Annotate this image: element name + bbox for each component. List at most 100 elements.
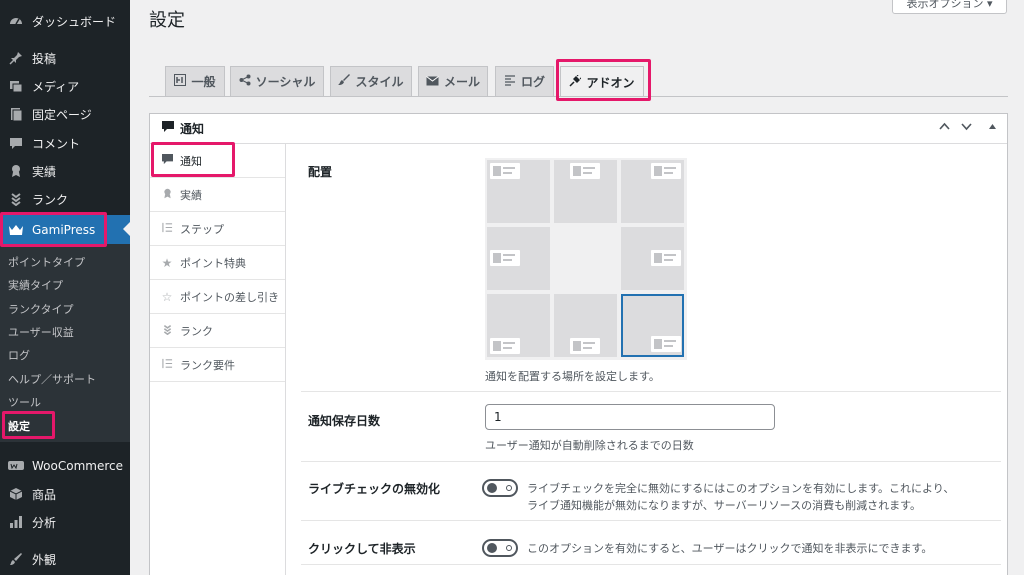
position-description: 通知を配置する場所を設定します。 bbox=[485, 370, 660, 383]
rank-icon bbox=[6, 189, 26, 209]
mail-icon bbox=[426, 75, 439, 89]
submenu-logs[interactable]: ログ bbox=[8, 347, 30, 363]
days-description: ユーザー通知が自動削除されるまでの日数 bbox=[485, 439, 694, 452]
screen-options-button[interactable]: 表示オプション ▾ bbox=[892, 0, 1007, 14]
live-check-description-1: ライブチェックを完全に無効にするにはこのオプションを有効にします。これにより、 bbox=[527, 482, 955, 495]
click-hide-description: このオプションを有効にすると、ユーザーはクリックで通知を非表示にできます。 bbox=[527, 542, 933, 555]
brush-icon bbox=[6, 549, 26, 569]
star-filled-icon: ★ bbox=[161, 255, 173, 270]
position-middle-right[interactable] bbox=[621, 227, 684, 290]
active-menu-arrow bbox=[123, 222, 130, 236]
comment-icon bbox=[6, 133, 26, 153]
admin-sidebar: ダッシュボード 投稿 メディア 固定ページ コメント 実績 ランク GamiPr… bbox=[0, 0, 130, 575]
tab-social[interactable]: ソーシャル bbox=[230, 66, 324, 96]
star-outline-icon: ☆ bbox=[161, 289, 173, 304]
days-label: 通知保存日数 bbox=[308, 414, 381, 428]
position-top-right[interactable] bbox=[621, 160, 684, 223]
menu-woocommerce[interactable]: WooCommerce bbox=[0, 452, 130, 480]
submenu-help-support[interactable]: ヘルプ／サポート bbox=[8, 371, 96, 387]
menu-gamipress[interactable]: GamiPress bbox=[0, 215, 130, 245]
menu-media[interactable]: メディア bbox=[0, 72, 130, 100]
vnav-notifications[interactable]: 通知 bbox=[150, 144, 285, 178]
click-hide-toggle[interactable] bbox=[482, 539, 518, 557]
steps-list-icon bbox=[160, 358, 174, 372]
comment-icon bbox=[162, 121, 174, 136]
row-divider bbox=[301, 461, 1001, 462]
tab-logs[interactable]: ログ bbox=[495, 66, 554, 96]
menu-pages[interactable]: 固定ページ bbox=[0, 100, 130, 128]
live-check-description-2: ライブ通知機能が無効になりますが、サーバーリソースの消費も削減されます。 bbox=[527, 499, 922, 512]
move-up-icon[interactable] bbox=[939, 121, 950, 135]
position-top-left[interactable] bbox=[487, 160, 550, 223]
row-divider bbox=[301, 520, 1001, 521]
notification-days-input[interactable] bbox=[485, 404, 775, 430]
toggle-off-indicator bbox=[506, 485, 512, 491]
position-bottom-left[interactable] bbox=[487, 294, 550, 357]
page-icon bbox=[6, 104, 26, 124]
toggle-knob bbox=[487, 483, 497, 493]
submenu-achievement-types[interactable]: 実績タイプ bbox=[8, 277, 63, 293]
plug-icon bbox=[569, 73, 583, 90]
vnav-steps[interactable]: ステップ bbox=[150, 212, 285, 246]
crown-icon bbox=[6, 220, 26, 240]
list-icon bbox=[504, 74, 516, 89]
row-divider bbox=[301, 391, 1001, 392]
click-hide-label: クリックして非表示 bbox=[308, 542, 416, 556]
menu-appearance[interactable]: 外観 bbox=[0, 545, 130, 573]
vnav-achievements[interactable]: 実績 bbox=[150, 178, 285, 212]
row-divider bbox=[301, 564, 1001, 565]
media-icon bbox=[6, 76, 26, 96]
position-bottom-center[interactable] bbox=[554, 294, 617, 357]
collapse-toggle-icon[interactable] bbox=[988, 121, 997, 134]
tab-general[interactable]: 一般 bbox=[165, 66, 225, 96]
live-check-label: ライブチェックの無効化 bbox=[308, 482, 441, 496]
award-icon bbox=[160, 188, 174, 202]
vnav-point-deducts[interactable]: ☆ ポイントの差し引き bbox=[150, 280, 285, 314]
panel-title: 通知 bbox=[180, 122, 205, 136]
position-bottom-right[interactable] bbox=[621, 294, 684, 357]
toggle-knob bbox=[487, 543, 497, 553]
submenu-rank-types[interactable]: ランクタイプ bbox=[8, 301, 74, 317]
tab-style[interactable]: スタイル bbox=[330, 66, 412, 96]
general-icon bbox=[174, 74, 187, 89]
share-icon bbox=[239, 74, 251, 89]
menu-analytics[interactable]: 分析 bbox=[0, 508, 130, 536]
award-icon bbox=[6, 161, 26, 181]
toggle-off-indicator bbox=[506, 545, 512, 551]
submenu-tools[interactable]: ツール bbox=[8, 394, 41, 410]
menu-products[interactable]: 商品 bbox=[0, 480, 130, 508]
tab-addons[interactable]: アドオン bbox=[560, 66, 644, 97]
position-label: 配置 bbox=[308, 165, 333, 179]
dashboard-icon bbox=[6, 11, 26, 31]
vnav-point-awards[interactable]: ★ ポイント特典 bbox=[150, 246, 285, 280]
menu-achievements[interactable]: 実績 bbox=[0, 157, 130, 185]
menu-ranks[interactable]: ランク bbox=[0, 185, 130, 213]
submenu-settings[interactable]: 設定 bbox=[8, 418, 30, 434]
position-top-center[interactable] bbox=[554, 160, 617, 223]
rank-icon bbox=[160, 324, 174, 338]
tab-email[interactable]: メール bbox=[418, 66, 488, 96]
tab-baseline bbox=[149, 96, 1008, 97]
box-icon bbox=[6, 484, 26, 504]
gamipress-submenu: ポイントタイプ 実績タイプ ランクタイプ ユーザー収益 ログ ヘルプ／サポート … bbox=[0, 244, 130, 442]
panel-header: 通知 bbox=[150, 114, 1007, 144]
vnav-rank-requirements[interactable]: ランク要件 bbox=[150, 348, 285, 382]
settings-content: 配置 通知を配置する場所を設定します。 通知保存日数 1 ユーザー通知が自動削除… bbox=[287, 144, 1007, 575]
brush-icon bbox=[338, 74, 351, 89]
page-title: 設定 bbox=[149, 10, 185, 31]
position-grid bbox=[485, 158, 687, 360]
chart-icon bbox=[6, 512, 26, 532]
position-middle-left[interactable] bbox=[487, 227, 550, 290]
comment-icon bbox=[160, 153, 174, 168]
submenu-point-types[interactable]: ポイントタイプ bbox=[8, 254, 85, 270]
menu-posts[interactable]: 投稿 bbox=[0, 44, 130, 72]
pin-icon bbox=[6, 48, 26, 68]
submenu-user-earnings[interactable]: ユーザー収益 bbox=[8, 324, 74, 340]
menu-dashboard[interactable]: ダッシュボード bbox=[0, 7, 130, 35]
woo-icon bbox=[6, 456, 26, 476]
menu-comments[interactable]: コメント bbox=[0, 129, 130, 157]
notifications-panel: 通知 通知 実績 ステップ ★ ポイント特典 ☆ ポイントの差し引き ランク ラ… bbox=[149, 113, 1008, 575]
move-down-icon[interactable] bbox=[961, 121, 972, 135]
live-check-toggle[interactable] bbox=[482, 479, 518, 497]
vnav-ranks[interactable]: ランク bbox=[150, 314, 285, 348]
